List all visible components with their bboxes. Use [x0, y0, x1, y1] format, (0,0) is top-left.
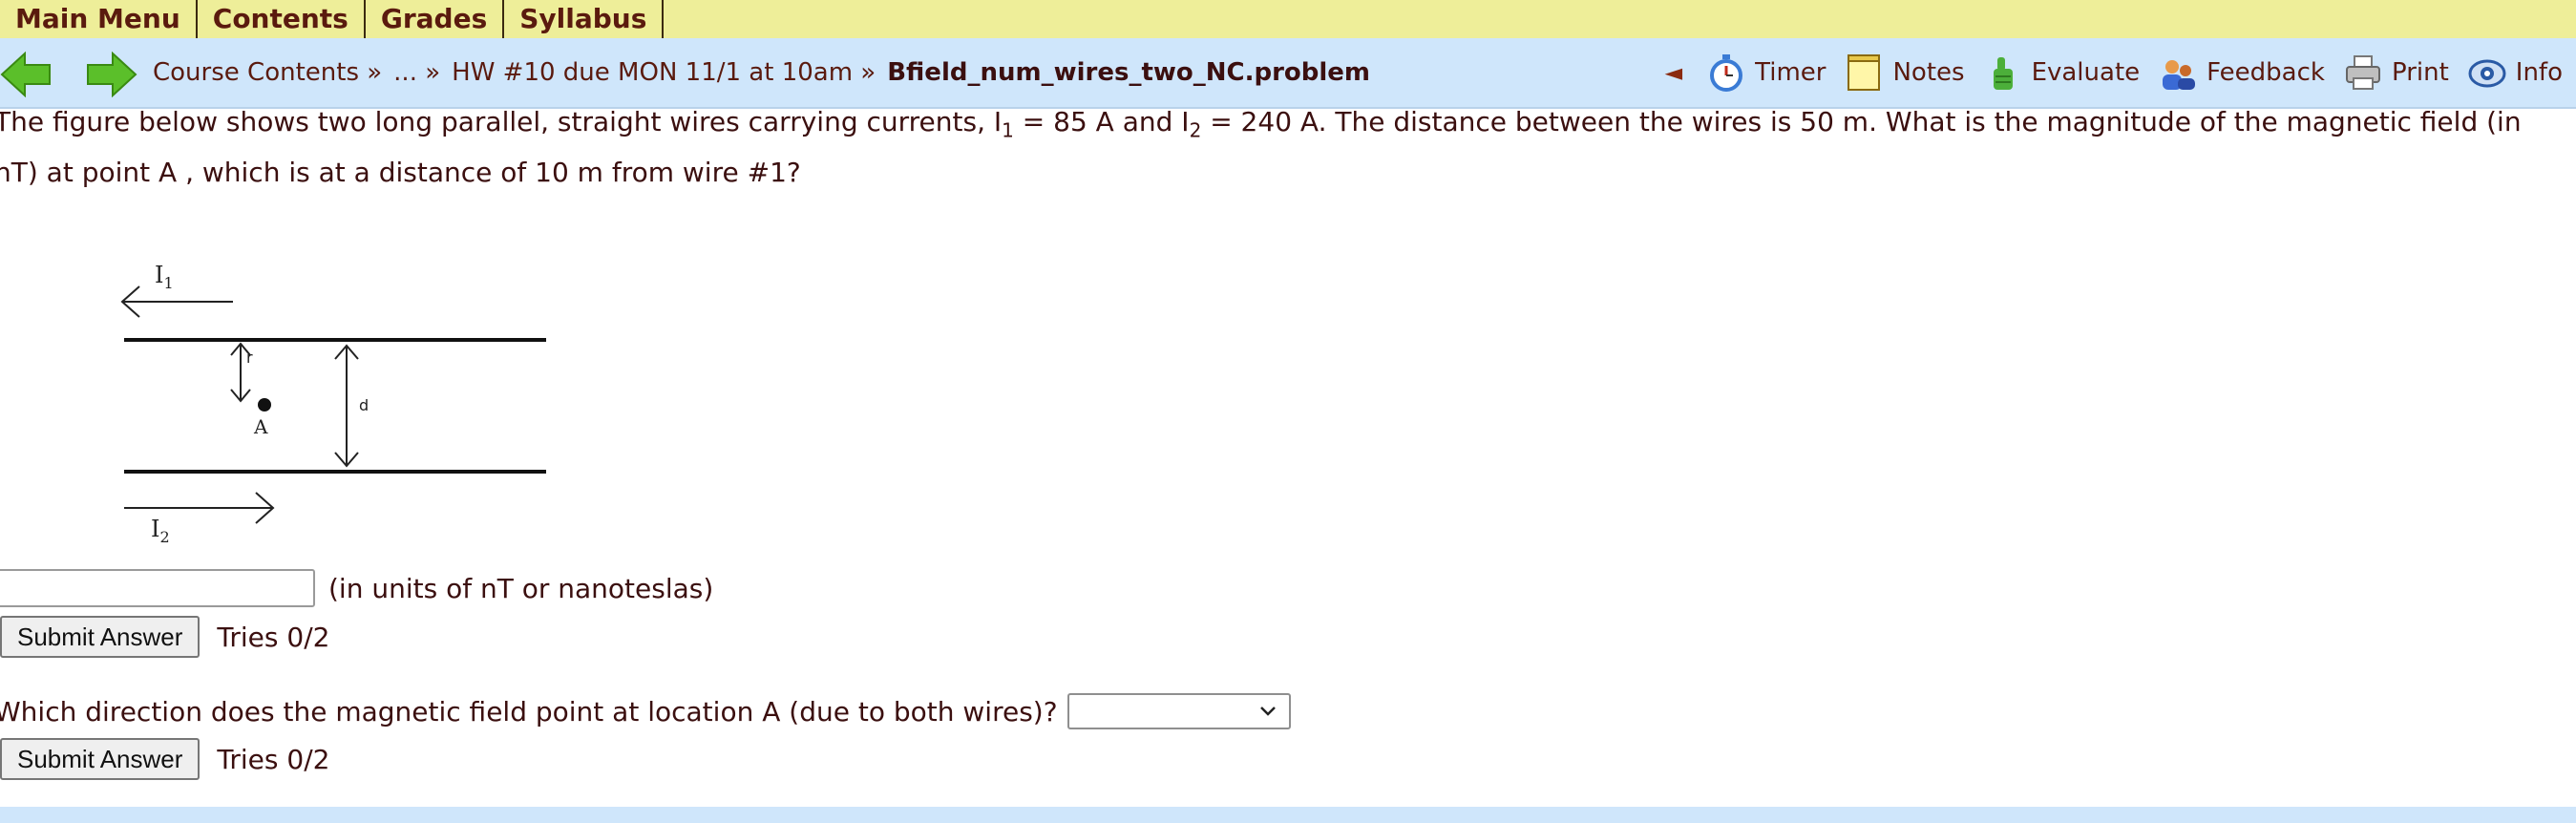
question-sub2: 2	[1189, 118, 1202, 142]
print-label: Print	[2391, 58, 2449, 87]
notepad-icon	[1848, 54, 1881, 91]
toolbar: ◄ Timer Notes Evaluate Feedback Print In…	[1665, 38, 2563, 107]
answer-units: (in units of nT or nanoteslas)	[328, 572, 714, 604]
question-sub1: 1	[1002, 118, 1014, 142]
submit-row-1: Submit Answer Tries 0/2	[0, 616, 329, 658]
direction-select[interactable]	[1066, 693, 1291, 729]
feedback-people-icon	[2163, 60, 2196, 90]
navigation-bar: Course Contents » ... » HW #10 due MON 1…	[0, 38, 2576, 109]
point-a	[258, 398, 271, 412]
two-wires-figure: I1 r A d I2	[120, 262, 546, 546]
thumbs-up-icon	[1993, 57, 2013, 90]
notes-button[interactable]: Notes	[1845, 53, 1965, 92]
printer-icon	[2345, 55, 2380, 90]
submit-answer-button-2[interactable]: Submit Answer	[0, 738, 201, 780]
answer-row: (in units of nT or nanoteslas)	[0, 569, 713, 607]
breadcrumb-course-contents[interactable]: Course Contents »	[153, 58, 382, 87]
stopwatch-icon	[1710, 54, 1743, 92]
timer-label: Timer	[1755, 58, 1826, 87]
feedback-button[interactable]: Feedback	[2159, 53, 2325, 92]
feedback-label: Feedback	[2206, 58, 2325, 87]
notes-label: Notes	[1892, 58, 1965, 87]
menu-grades[interactable]: Grades	[366, 0, 505, 38]
tries-counter-1: Tries 0/2	[217, 621, 330, 653]
direction-question-row: Which direction does the magnetic field …	[0, 693, 1291, 729]
direction-question-text: Which direction does the magnetic field …	[0, 695, 1058, 728]
label-i2: I2	[151, 516, 170, 546]
question-part1: The figure below shows two long parallel…	[0, 106, 1003, 137]
info-eye-icon	[2468, 59, 2506, 88]
label-d: d	[359, 396, 369, 414]
back-arrow-icon[interactable]	[0, 52, 53, 97]
submit-row-2: Submit Answer Tries 0/2	[0, 738, 329, 780]
timer-button[interactable]: Timer	[1707, 53, 1826, 92]
chevron-down-icon	[1259, 707, 1276, 716]
breadcrumb-homework[interactable]: HW #10 due MON 11/1 at 10am »	[452, 58, 876, 87]
main-menubar: Main Menu Contents Grades Syllabus	[0, 0, 2576, 38]
magnitude-answer-input[interactable]	[0, 569, 315, 607]
menu-syllabus[interactable]: Syllabus	[504, 0, 665, 38]
label-r: r	[246, 348, 253, 367]
info-button[interactable]: Info	[2468, 53, 2563, 92]
breadcrumb-ellipsis[interactable]: ... »	[393, 58, 440, 87]
evaluate-button[interactable]: Evaluate	[1984, 53, 2141, 92]
menu-main-menu[interactable]: Main Menu	[0, 0, 198, 38]
label-i1: I1	[155, 262, 174, 292]
forward-arrow-icon[interactable]	[84, 52, 137, 97]
breadcrumb-current-problem: Bfield_num_wires_two_NC.problem	[887, 58, 1371, 87]
breadcrumb: Course Contents » ... » HW #10 due MON 1…	[153, 38, 1370, 107]
submit-answer-button-1[interactable]: Submit Answer	[0, 616, 201, 658]
collapse-triangle-icon[interactable]: ◄	[1665, 59, 1682, 86]
menu-contents[interactable]: Contents	[198, 0, 366, 38]
print-button[interactable]: Print	[2344, 53, 2449, 92]
bottom-bar	[0, 807, 2576, 823]
evaluate-label: Evaluate	[2031, 58, 2141, 87]
info-label: Info	[2515, 58, 2563, 87]
label-a: A	[253, 415, 268, 438]
question-text: The figure below shows two long parallel…	[0, 101, 2563, 194]
tries-counter-2: Tries 0/2	[217, 743, 330, 775]
question-part2: = 85 A and I	[1013, 106, 1190, 137]
